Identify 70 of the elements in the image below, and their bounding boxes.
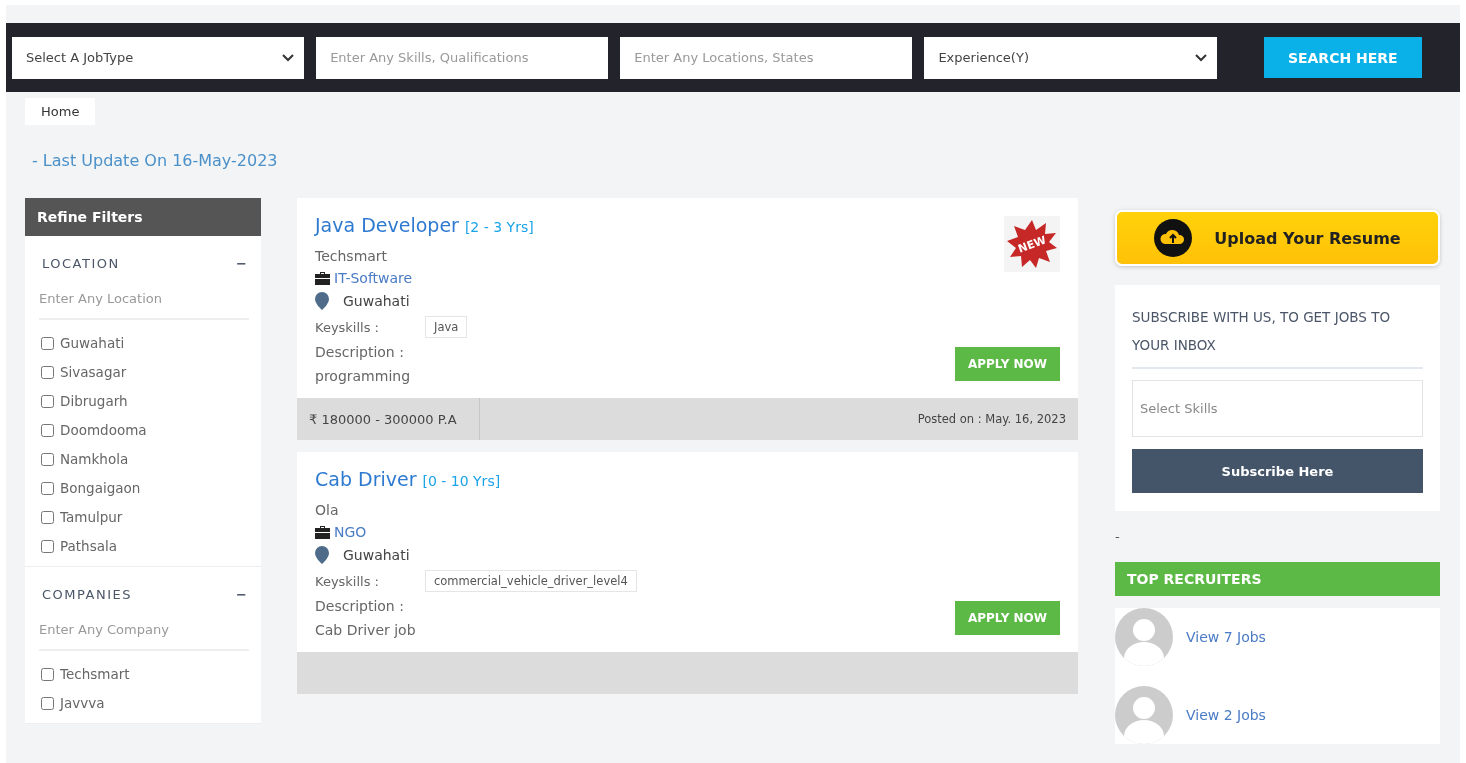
company-name: Ola bbox=[315, 502, 340, 518]
filter-option-label: Bongaigaon bbox=[60, 480, 141, 496]
filter-option-label: Tamulpur bbox=[60, 509, 123, 525]
checkbox[interactable] bbox=[41, 539, 54, 553]
checkbox[interactable] bbox=[41, 481, 54, 495]
apply-now-button[interactable]: APPLY NOW bbox=[955, 601, 1060, 635]
collapse-toggle[interactable]: − bbox=[236, 256, 247, 271]
separator-text: - bbox=[1115, 529, 1121, 544]
experience-select[interactable]: Experience(Y) bbox=[924, 36, 1217, 79]
filter-option-label: Techsmart bbox=[60, 666, 130, 682]
subscribe-button[interactable]: Subscribe Here bbox=[1132, 449, 1423, 493]
skills-input[interactable]: Enter Any Skills, Qualifications bbox=[316, 36, 609, 79]
company-name: Techsmart bbox=[315, 248, 389, 264]
last-update-text: - Last Update On 16-May-2023 bbox=[32, 151, 279, 170]
chevron-down-icon bbox=[282, 53, 295, 62]
filter-option-label: Pathsala bbox=[60, 538, 117, 554]
checkbox[interactable] bbox=[41, 423, 54, 437]
description-text: programming bbox=[315, 368, 411, 384]
checkbox[interactable] bbox=[41, 365, 54, 379]
posted-date: Posted on : May. 16, 2023 bbox=[917, 412, 1067, 426]
location-text: Guwahati bbox=[343, 547, 410, 563]
checkbox[interactable] bbox=[41, 510, 54, 524]
subscribe-heading: SUBSCRIBE WITH US, TO GET JOBS TO YOUR INBOX bbox=[1132, 303, 1423, 369]
filter-option-label: Doomdooma bbox=[60, 422, 147, 438]
filter-section-title: COMPANIES bbox=[42, 587, 132, 602]
description-text: Cab Driver job bbox=[315, 622, 416, 638]
job-title-link[interactable]: Cab Driver bbox=[315, 468, 417, 490]
collapse-toggle[interactable]: − bbox=[236, 587, 247, 602]
checkbox[interactable] bbox=[41, 452, 54, 466]
job-type-select[interactable]: Select A JobType bbox=[12, 36, 305, 79]
filter-option-label: Guwahati bbox=[60, 335, 125, 351]
filter-option-label: Javvva bbox=[60, 695, 105, 711]
location-pin-icon bbox=[315, 546, 329, 564]
chevron-down-icon bbox=[1194, 53, 1207, 62]
filter-option-label: Namkhola bbox=[60, 451, 129, 467]
apply-now-button[interactable]: APPLY NOW bbox=[955, 347, 1060, 381]
view-jobs-link[interactable]: View 2 Jobs bbox=[1186, 707, 1266, 723]
salary-text: ₹ 180000 - 300000 P.A bbox=[297, 398, 480, 440]
cloud-upload-icon bbox=[1154, 219, 1193, 257]
category-link[interactable]: NGO bbox=[334, 524, 367, 540]
job-title-link[interactable]: Java Developer bbox=[315, 214, 459, 236]
keyskills-label: Keyskills : bbox=[315, 319, 380, 335]
filter-section-title: LOCATION bbox=[42, 256, 120, 271]
keyskills-label: Keyskills : bbox=[315, 573, 380, 589]
experience-range: [2 - 3 Yrs] bbox=[464, 219, 534, 235]
skills-select-field[interactable]: Select Skills bbox=[1132, 380, 1423, 437]
filter-option-label: Dibrugarh bbox=[60, 393, 128, 409]
filter-option-label: Sivasagar bbox=[60, 364, 127, 380]
briefcase-icon bbox=[315, 271, 330, 285]
checkbox[interactable] bbox=[41, 394, 54, 408]
filters-header: Refine Filters bbox=[25, 198, 261, 236]
locations-input[interactable]: Enter Any Locations, States bbox=[620, 36, 913, 79]
location-text: Guwahati bbox=[343, 293, 410, 309]
search-button[interactable]: SEARCH HERE bbox=[1263, 37, 1422, 78]
view-jobs-link[interactable]: View 7 Jobs bbox=[1186, 629, 1266, 645]
top-recruiters-header: TOP RECRUITERS bbox=[1115, 562, 1440, 596]
location-pin-icon bbox=[315, 292, 329, 310]
skill-tag: Java bbox=[425, 316, 468, 338]
breadcrumb-home[interactable]: Home bbox=[25, 98, 96, 125]
category-link[interactable]: IT-Software bbox=[334, 270, 413, 286]
skill-tag: commercial_vehicle_driver_level4 bbox=[425, 570, 637, 592]
description-label: Description : bbox=[315, 598, 405, 614]
experience-range: [0 - 10 Yrs] bbox=[422, 473, 501, 489]
description-label: Description : bbox=[315, 344, 405, 360]
checkbox[interactable] bbox=[41, 696, 54, 710]
upload-resume-button[interactable]: Upload Your Resume bbox=[1115, 210, 1440, 266]
checkbox[interactable] bbox=[41, 667, 54, 681]
briefcase-icon bbox=[315, 525, 330, 539]
checkbox[interactable] bbox=[41, 336, 54, 350]
new-badge-icon: NEW bbox=[1004, 216, 1060, 272]
